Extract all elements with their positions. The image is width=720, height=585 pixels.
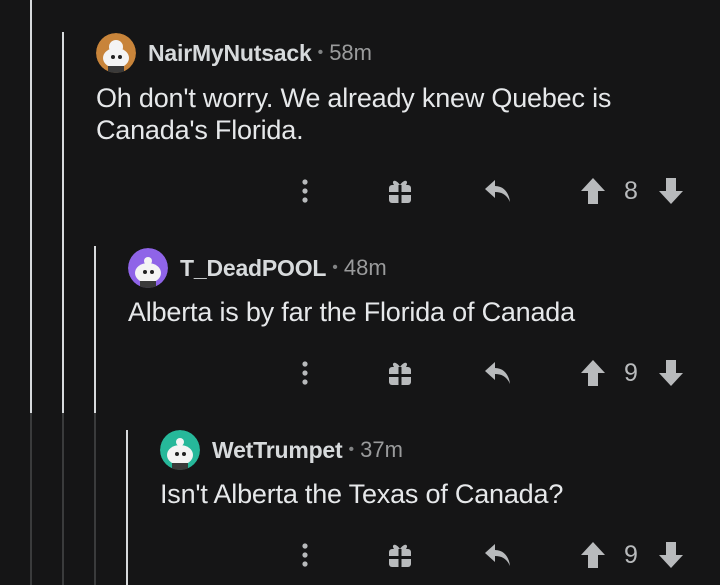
award-icon	[389, 180, 411, 203]
comment-actions: 9	[0, 535, 720, 575]
upvote-button[interactable]	[578, 535, 608, 575]
reply-button[interactable]	[482, 535, 514, 575]
award-button[interactable]	[384, 171, 416, 211]
downvote-button[interactable]	[656, 171, 686, 211]
comment-actions: 8	[0, 171, 720, 211]
comment-body: Isn't Alberta the Texas of Canada?	[160, 478, 563, 510]
reply-button[interactable]	[482, 353, 514, 393]
downvote-button[interactable]	[656, 535, 686, 575]
avatar[interactable]	[160, 430, 200, 470]
comment-body-line: Oh don't worry. We already knew Quebec i…	[96, 83, 612, 113]
award-icon	[389, 362, 411, 385]
avatar[interactable]	[96, 33, 136, 73]
downvote-icon	[659, 178, 683, 204]
timestamp: 58m	[329, 40, 372, 65]
award-button[interactable]	[384, 353, 416, 393]
reply-icon	[485, 544, 510, 566]
vote-score: 8	[624, 176, 638, 205]
more-options-icon	[302, 179, 308, 203]
more-options-button[interactable]	[290, 353, 320, 393]
separator-dot: •	[332, 259, 338, 276]
separator-dot: •	[348, 441, 355, 458]
comment-body: Alberta is by far the Florida of Canada	[128, 296, 575, 328]
more-options-button[interactable]	[290, 171, 320, 211]
more-options-icon	[302, 543, 308, 567]
award-button[interactable]	[384, 535, 416, 575]
comment-body: Oh don't worry. We already knew Quebec i…	[96, 82, 611, 146]
downvote-icon	[659, 360, 683, 386]
comment-body-line: Canada's Florida.	[96, 115, 304, 145]
separator-dot: •	[317, 44, 324, 61]
upvote-icon	[581, 542, 605, 568]
upvote-icon	[581, 178, 605, 204]
timestamp: 48m	[343, 255, 387, 280]
award-icon	[389, 544, 411, 567]
downvote-button[interactable]	[656, 353, 686, 393]
more-options-button[interactable]	[290, 535, 320, 575]
downvote-icon	[659, 542, 683, 568]
comment-body-line: Isn't Alberta the Texas of Canada?	[160, 479, 564, 509]
reply-button[interactable]	[482, 171, 514, 211]
reply-icon	[485, 362, 510, 384]
reply-icon	[485, 180, 510, 202]
comment-actions: 9	[0, 353, 720, 393]
avatar[interactable]	[128, 248, 168, 288]
upvote-button[interactable]	[578, 353, 608, 393]
username[interactable]: NairMyNutsack	[148, 40, 312, 67]
more-options-icon	[302, 361, 308, 385]
comment-body-line: Alberta is by far the Florida of Canada	[128, 297, 575, 327]
username[interactable]: T_DeadPOOL	[180, 255, 326, 282]
upvote-button[interactable]	[578, 171, 608, 211]
vote-score: 9	[624, 540, 638, 569]
vote-score: 9	[624, 358, 638, 387]
upvote-icon	[581, 360, 605, 386]
timestamp: 37m	[360, 437, 403, 462]
username[interactable]: WetTrumpet	[212, 437, 343, 464]
